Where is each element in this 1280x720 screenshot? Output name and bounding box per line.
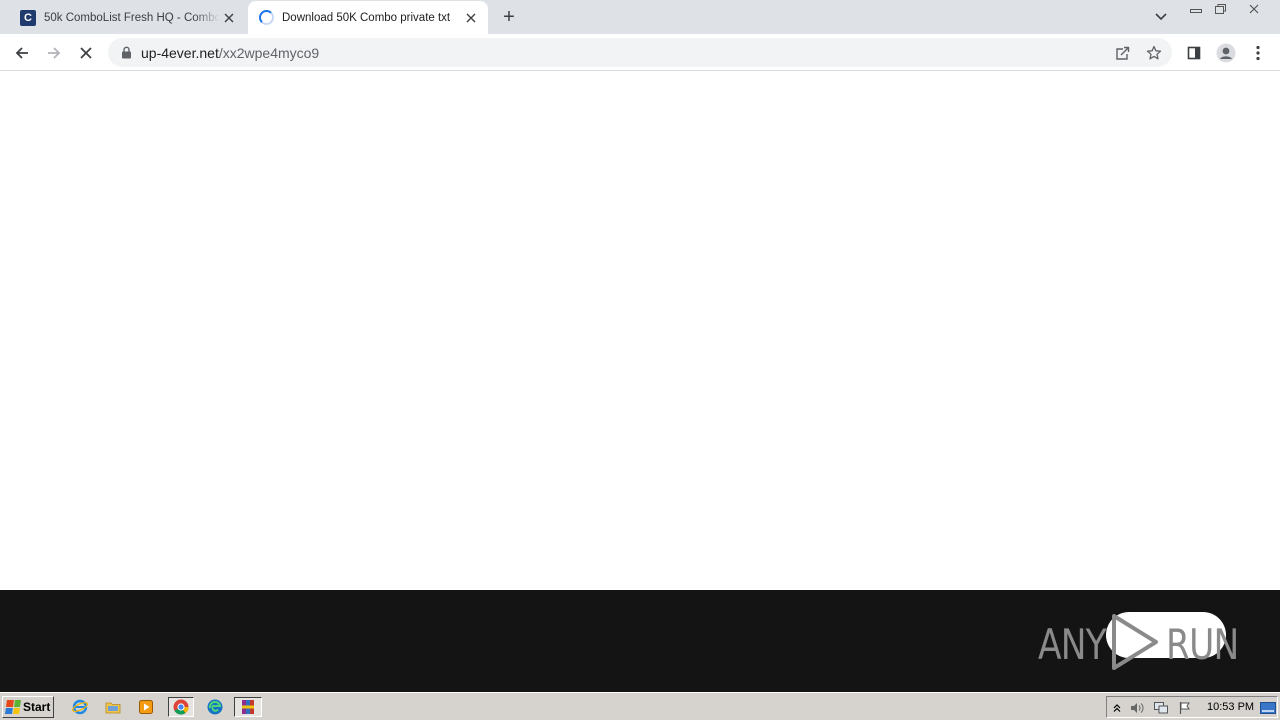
forward-arrow-icon[interactable] — [40, 39, 68, 67]
bookmark-star-icon[interactable] — [1142, 41, 1166, 65]
system-tray: 10:53 PM — [1106, 696, 1278, 718]
action-center-flag-icon[interactable] — [1177, 700, 1193, 716]
winrar-icon[interactable] — [234, 697, 262, 717]
chrome-icon[interactable] — [168, 697, 194, 717]
page-content — [0, 72, 1280, 590]
tab-search-chevron-icon[interactable] — [1150, 6, 1172, 28]
start-label: Start — [23, 700, 51, 714]
anyrun-watermark: ANY RUN — [1038, 612, 1239, 672]
volume-icon[interactable] — [1129, 700, 1145, 716]
tab-title: Download 50K Combo private txt — [282, 11, 451, 24]
windows-flag-icon — [5, 700, 21, 714]
minimize-window-icon[interactable] — [1184, 0, 1208, 18]
address-bar[interactable]: up-4ever.net/xx2wpe4myco9 — [108, 38, 1172, 67]
combolist-favicon-icon: C — [20, 9, 36, 26]
share-icon[interactable] — [1110, 41, 1134, 65]
new-tab-button[interactable]: + — [498, 6, 520, 28]
tab-title: 50k ComboList Fresh HQ - Combo List — [44, 11, 220, 24]
watermark-left-text: ANY — [1038, 620, 1107, 669]
close-window-icon[interactable] — [1240, 0, 1268, 18]
browser-toolbar: up-4ever.net/xx2wpe4myco9 — [0, 34, 1280, 71]
more-menu-icon[interactable] — [1244, 39, 1272, 67]
taskbar-clock[interactable]: 10:53 PM — [1207, 701, 1254, 713]
tray-expand-arrow-icon[interactable] — [1109, 700, 1125, 716]
edge-icon[interactable] — [204, 697, 226, 717]
network-icon[interactable] — [1153, 700, 1169, 716]
url-host: up-4ever.net — [141, 44, 219, 61]
folder-icon[interactable] — [102, 697, 124, 717]
close-tab-icon[interactable] — [220, 9, 238, 27]
address-url[interactable]: up-4ever.net/xx2wpe4myco9 — [141, 45, 319, 61]
lock-icon[interactable] — [119, 46, 133, 60]
tab-download-combo[interactable]: Download 50K Combo private txt — [248, 1, 488, 34]
close-tab-icon[interactable] — [462, 9, 480, 27]
start-button[interactable]: Start — [2, 696, 54, 718]
internet-explorer-icon[interactable] — [69, 697, 91, 717]
media-player-icon[interactable] — [135, 697, 157, 717]
side-panel-icon[interactable] — [1180, 39, 1208, 67]
url-path: /xx2wpe4myco9 — [218, 44, 320, 61]
stop-loading-icon[interactable] — [72, 39, 100, 67]
profile-avatar-icon[interactable] — [1212, 39, 1240, 67]
back-arrow-icon[interactable] — [8, 39, 36, 67]
tab-strip: C 50k ComboList Fresh HQ - Combo List Do… — [0, 0, 1280, 34]
watermark-right-text: RUN — [1166, 620, 1239, 669]
loading-spinner-icon — [258, 10, 274, 26]
tab-combolist[interactable]: C 50k ComboList Fresh HQ - Combo List — [8, 1, 246, 34]
restore-window-icon[interactable] — [1208, 0, 1232, 18]
taskbar: Start 10:53 PM — [0, 692, 1280, 720]
show-desktop-icon[interactable] — [1259, 700, 1277, 716]
